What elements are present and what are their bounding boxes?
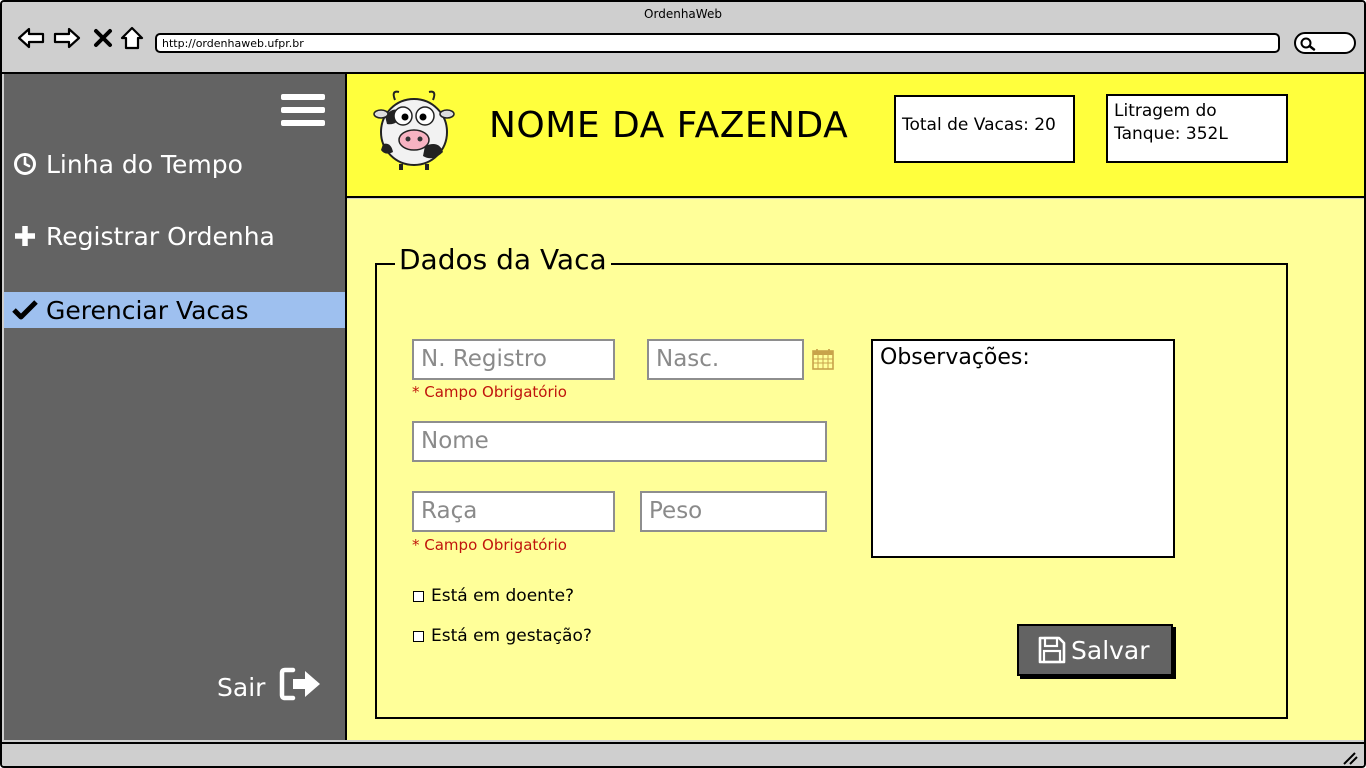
home-icon[interactable] bbox=[117, 24, 147, 52]
sidebar: Linha do Tempo Registrar Ordenha Gerenci… bbox=[4, 74, 347, 740]
forward-arrow-icon[interactable] bbox=[52, 24, 82, 52]
sidebar-item-label: Registrar Ordenha bbox=[46, 221, 275, 251]
observacoes-textarea[interactable]: Observações: bbox=[871, 339, 1175, 558]
browser-search-box[interactable] bbox=[1294, 32, 1356, 54]
tank-label-line1: Litragem do bbox=[1114, 101, 1217, 121]
logout-label: Sair bbox=[217, 672, 266, 702]
browser-window: OrdenhaWeb http://ordenhaweb.ufpr.br Lin… bbox=[0, 0, 1366, 768]
total-cows-box: Total de Vacas: 20 bbox=[894, 95, 1075, 163]
close-x-icon[interactable] bbox=[88, 24, 118, 52]
floppy-disk-icon bbox=[1038, 636, 1066, 664]
peso-input[interactable]: Peso bbox=[640, 491, 827, 532]
cow-icon bbox=[373, 86, 455, 174]
sidebar-item-gerenciar-vacas[interactable]: Gerenciar Vacas bbox=[4, 292, 345, 328]
nascimento-input[interactable]: Nasc. bbox=[647, 339, 804, 380]
sign-out-icon bbox=[279, 666, 323, 708]
observacoes-label: Observações: bbox=[880, 345, 1030, 370]
farm-header: NOME DA FAZENDA Total de Vacas: 20 Litra… bbox=[347, 74, 1364, 198]
tank-volume-box: Litragem do Tanque: 352L bbox=[1106, 94, 1288, 163]
raca-input[interactable]: Raça bbox=[412, 491, 615, 532]
plus-icon bbox=[12, 223, 38, 249]
back-arrow-icon[interactable] bbox=[16, 24, 46, 52]
gestacao-checkbox[interactable]: Está em gestação? bbox=[413, 626, 592, 646]
address-bar[interactable]: http://ordenhaweb.ufpr.br bbox=[155, 33, 1280, 53]
registro-required-note: * Campo Obrigatório bbox=[412, 383, 567, 401]
resize-grip-icon[interactable] bbox=[1342, 751, 1358, 765]
save-button-label: Salvar bbox=[1071, 635, 1150, 665]
doente-checkbox-label: Está em doente? bbox=[431, 586, 575, 606]
sidebar-item-label: Gerenciar Vacas bbox=[46, 295, 249, 325]
sidebar-item-label: Linha do Tempo bbox=[46, 149, 243, 179]
checkbox-box[interactable] bbox=[413, 630, 424, 642]
browser-statusbar bbox=[2, 742, 1364, 766]
raca-required-note: * Campo Obrigatório bbox=[412, 536, 567, 554]
calendar-icon[interactable] bbox=[811, 347, 835, 375]
sidebar-item-registrar-ordenha[interactable]: Registrar Ordenha bbox=[4, 218, 345, 254]
total-cows-label: Total de Vacas: 20 bbox=[902, 115, 1056, 135]
tank-label-line2: Tanque: 352L bbox=[1114, 124, 1228, 144]
window-title: OrdenhaWeb bbox=[644, 7, 722, 21]
hamburger-menu-icon[interactable] bbox=[281, 94, 325, 130]
doente-checkbox[interactable]: Está em doente? bbox=[413, 586, 574, 606]
gestacao-checkbox-label: Está em gestação? bbox=[431, 626, 592, 646]
sidebar-item-linha-do-tempo[interactable]: Linha do Tempo bbox=[4, 146, 345, 182]
check-icon bbox=[12, 297, 38, 323]
save-button[interactable]: Salvar bbox=[1017, 624, 1173, 676]
registro-input[interactable]: N. Registro bbox=[412, 339, 615, 380]
fieldset-legend: Dados da Vaca bbox=[395, 243, 611, 276]
farm-name-title: NOME DA FAZENDA bbox=[489, 105, 849, 146]
search-icon bbox=[1300, 37, 1316, 51]
main-content: Dados da Vaca N. Registro * Campo Obriga… bbox=[347, 199, 1364, 740]
clock-icon bbox=[12, 151, 38, 177]
cow-data-fieldset: Dados da Vaca N. Registro * Campo Obriga… bbox=[375, 243, 1288, 719]
browser-titlebar: OrdenhaWeb http://ordenhaweb.ufpr.br bbox=[2, 2, 1364, 74]
checkbox-box[interactable] bbox=[413, 590, 424, 602]
nome-input[interactable]: Nome bbox=[412, 421, 827, 462]
logout-button[interactable]: Sair bbox=[217, 666, 323, 708]
